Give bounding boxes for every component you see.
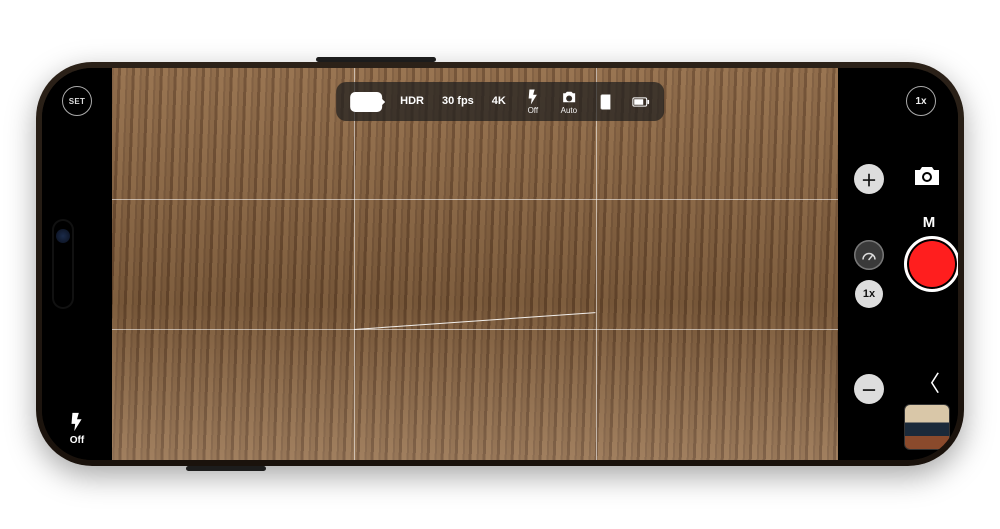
flash-mode-selector[interactable]: Off — [524, 88, 542, 115]
dynamic-island — [52, 219, 74, 309]
zoom-out-button[interactable]: － — [854, 374, 884, 404]
plus-icon: ＋ — [861, 167, 877, 191]
flash-state-label: Off — [70, 435, 84, 446]
speedometer-icon — [860, 246, 878, 264]
zoom-reset-button[interactable]: 1x — [855, 280, 883, 308]
camera-small-icon — [560, 88, 578, 106]
flash-mode-label: Off — [528, 107, 539, 115]
flash-icon — [524, 88, 542, 106]
fps-label: 30 fps — [442, 96, 474, 107]
video-mode-button[interactable] — [350, 92, 382, 112]
mode-label[interactable]: M — [900, 214, 958, 231]
screen: HDR 30 fps 4K Off Auto — [42, 68, 958, 460]
gallery-thumbnail[interactable] — [904, 404, 950, 450]
flash-toggle[interactable]: Off — [42, 411, 112, 446]
sd-card-icon — [596, 93, 614, 111]
front-camera-lens — [56, 229, 70, 243]
battery-indicator — [632, 93, 650, 111]
battery-icon — [632, 93, 650, 111]
storage-indicator[interactable] — [596, 93, 614, 111]
zoom-reset-label: 1x — [863, 288, 875, 300]
settings-label: SET — [69, 97, 85, 106]
white-balance-selector[interactable]: Auto — [560, 88, 578, 115]
camera-viewfinder[interactable] — [112, 68, 838, 460]
record-button[interactable] — [904, 236, 958, 292]
chevron-left-icon: 〈 — [918, 371, 940, 396]
resolution-selector[interactable]: 4K — [492, 96, 506, 107]
fps-selector[interactable]: 30 fps — [442, 96, 474, 107]
composition-grid — [112, 68, 838, 460]
resolution-label: 4K — [492, 96, 506, 107]
hdr-label: HDR — [400, 96, 424, 107]
back-button[interactable]: 〈 — [900, 366, 958, 398]
flash-bolt-icon — [66, 411, 88, 433]
hdr-toggle[interactable]: HDR — [400, 96, 424, 107]
zoom-in-button[interactable]: ＋ — [854, 164, 884, 194]
switch-camera-button[interactable] — [912, 164, 942, 193]
settings-button[interactable]: SET — [62, 86, 92, 116]
camera-icon — [912, 164, 942, 188]
wb-mode-label: Auto — [561, 107, 577, 115]
exposure-speed-button[interactable] — [854, 240, 884, 270]
top-settings-bar: HDR 30 fps 4K Off Auto — [336, 82, 664, 121]
phone-frame: HDR 30 fps 4K Off Auto — [36, 62, 964, 466]
minus-icon: － — [861, 377, 877, 401]
level-indicator — [354, 312, 596, 330]
video-camera-icon — [350, 92, 382, 112]
